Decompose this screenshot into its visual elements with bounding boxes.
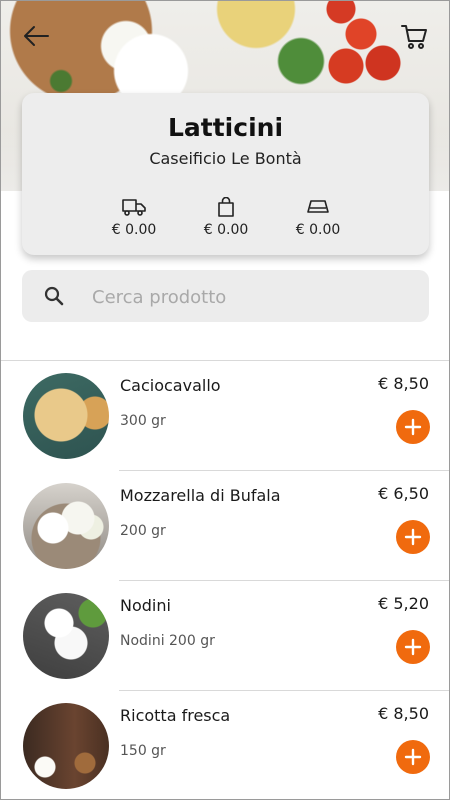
add-to-cart-button[interactable] [396, 410, 430, 444]
add-to-cart-button[interactable] [396, 740, 430, 774]
product-name: Mozzarella di Bufala [120, 486, 281, 505]
product-price: € 8,50 [378, 704, 429, 723]
product-weight: 150 gr [120, 743, 166, 759]
product-name: Ricotta fresca [120, 706, 231, 725]
plus-icon [404, 748, 422, 766]
search-bar[interactable] [22, 270, 429, 322]
shop-info-card: Latticini Caseificio Le Bontà € 0.00 € 0… [22, 93, 429, 255]
shopping-bag-icon [218, 197, 234, 217]
plus-icon [404, 418, 422, 436]
delivery-cost-stat: € 0.00 [94, 197, 174, 238]
back-button[interactable] [19, 19, 53, 53]
product-image [23, 703, 109, 789]
product-list: Caciocavallo 300 gr € 8,50 Mozzarella di… [1, 361, 449, 799]
product-weight: 300 gr [120, 413, 166, 429]
product-image [23, 373, 109, 459]
product-item-ricotta-fresca[interactable]: Ricotta fresca 150 gr € 8,50 [1, 691, 449, 799]
plus-icon [404, 638, 422, 656]
product-name: Nodini [120, 596, 171, 615]
minimum-order-stat: € 0.00 [186, 197, 266, 238]
cart-button[interactable] [397, 19, 431, 53]
service-fee-stat: € 0.00 [278, 197, 358, 238]
product-price: € 5,20 [378, 594, 429, 613]
add-to-cart-button[interactable] [396, 630, 430, 664]
arrow-left-icon [24, 26, 49, 46]
product-image [23, 483, 109, 569]
shop-subtitle: Caseificio Le Bontà [149, 149, 302, 168]
product-price: € 6,50 [378, 484, 429, 503]
plus-icon [404, 528, 422, 546]
product-weight: Nodini 200 gr [120, 633, 215, 649]
product-image [23, 593, 109, 679]
add-to-cart-button[interactable] [396, 520, 430, 554]
delivery-cost-value: € 0.00 [111, 222, 157, 238]
product-item-nodini[interactable]: Nodini Nodini 200 gr € 5,20 [1, 581, 449, 691]
search-icon [44, 286, 64, 306]
product-item-caciocavallo[interactable]: Caciocavallo 300 gr € 8,50 [1, 361, 449, 471]
service-fee-value: € 0.00 [295, 222, 341, 238]
minimum-order-value: € 0.00 [203, 222, 249, 238]
product-price: € 8,50 [378, 374, 429, 393]
shop-title: Latticini [167, 113, 284, 142]
search-input[interactable] [90, 279, 414, 315]
truck-icon [122, 199, 146, 216]
product-item-mozzarella-di-bufala[interactable]: Mozzarella di Bufala 200 gr € 6,50 [1, 471, 449, 581]
cart-icon [401, 25, 427, 49]
product-weight: 200 gr [120, 523, 166, 539]
product-name: Caciocavallo [120, 376, 221, 395]
app-screen: Latticini Caseificio Le Bontà € 0.00 € 0… [0, 0, 450, 800]
tray-icon [307, 200, 329, 213]
